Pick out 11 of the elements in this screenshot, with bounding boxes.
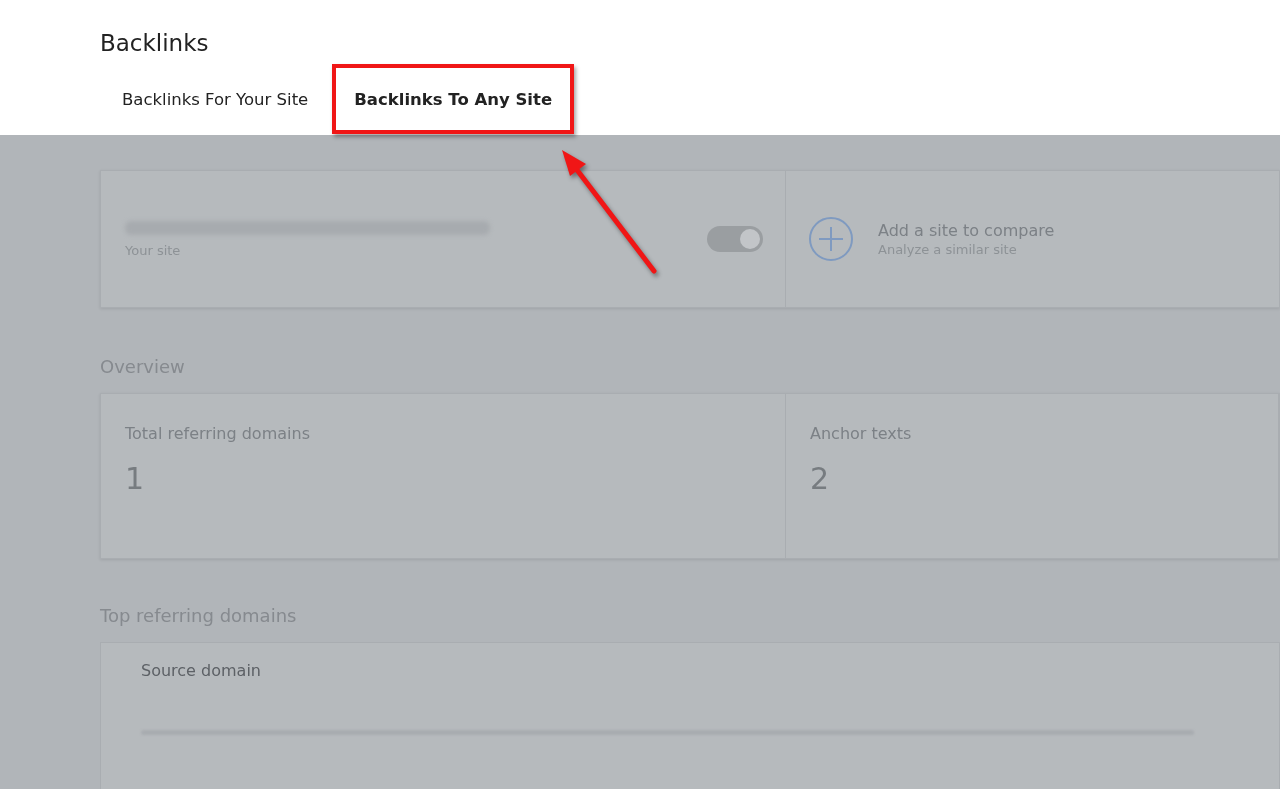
metric-label: Total referring domains <box>125 424 310 443</box>
column-header: Source domain <box>141 661 261 680</box>
tab[interactable]: Backlinks For Your Site <box>100 64 331 134</box>
metric-value: 2 <box>810 461 830 496</box>
metric-value: 1 <box>125 461 145 496</box>
toggle-switch[interactable] <box>707 226 763 252</box>
metric-label: Anchor texts <box>810 424 912 443</box>
tab[interactable]: Backlinks To Any Site <box>332 64 575 134</box>
page-title: Backlinks <box>100 29 209 58</box>
plus-circle-icon[interactable] <box>808 216 854 262</box>
compare-title: Add a site to compare <box>878 221 1055 240</box>
